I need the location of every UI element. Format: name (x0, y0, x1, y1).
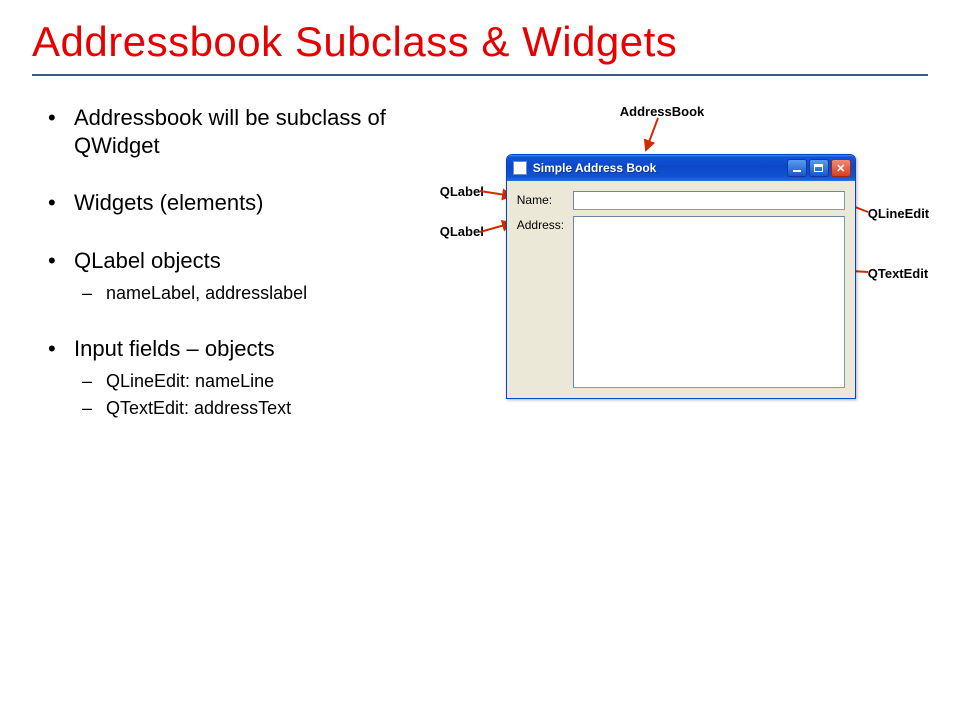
slide: Addressbook Subclass & Widgets Addressbo… (0, 0, 960, 720)
slide-title: Addressbook Subclass & Widgets (32, 18, 928, 66)
bullet-text: QLabel objects (74, 248, 221, 273)
list-item: Addressbook will be subclass of QWidget (32, 104, 412, 159)
diagram: AddressBook QLabel QLabel QLineEdit QTex… (440, 104, 928, 444)
close-button[interactable]: ✕ (831, 159, 851, 177)
minimize-button[interactable] (787, 159, 807, 177)
list-subitem: QLineEdit: nameLine (74, 370, 412, 393)
app-icon (513, 161, 527, 175)
bullet-text: QLineEdit: nameLine (106, 371, 274, 391)
callout-qlineedit: QLineEdit (868, 206, 929, 221)
close-icon: ✕ (836, 162, 845, 175)
content-area: Addressbook will be subclass of QWidget … (32, 104, 928, 449)
window-title: Simple Address Book (533, 161, 787, 175)
name-input[interactable] (573, 191, 845, 210)
bullet-text: Widgets (elements) (74, 190, 264, 215)
bullet-text: Addressbook will be subclass of QWidget (74, 105, 386, 158)
list-item: QLabel objects nameLabel, addresslabel (32, 247, 412, 305)
form-row: Name: (517, 191, 845, 210)
name-label: Name: (517, 191, 573, 207)
list-item: Widgets (elements) (32, 189, 412, 217)
minimize-icon (793, 170, 801, 172)
client-area: Name: Address: (507, 181, 855, 404)
address-input[interactable] (573, 216, 845, 388)
bullet-text: nameLabel, addresslabel (106, 283, 307, 303)
maximize-button[interactable] (809, 159, 829, 177)
address-label: Address: (517, 216, 573, 232)
maximize-icon (814, 164, 823, 172)
titlebar[interactable]: Simple Address Book ✕ (507, 155, 855, 181)
bullet-text: QTextEdit: addressText (106, 398, 291, 418)
arrow-icon (640, 118, 670, 158)
callout-qlabel: QLabel (440, 184, 484, 199)
list-subitem: QTextEdit: addressText (74, 397, 412, 420)
window-controls: ✕ (787, 159, 851, 177)
bullet-list: Addressbook will be subclass of QWidget … (32, 104, 412, 449)
callout-qtextedit: QTextEdit (868, 266, 928, 281)
dialog-window: Simple Address Book ✕ Name: Address: (506, 154, 856, 399)
callout-qlabel: QLabel (440, 224, 484, 239)
callout-addressbook: AddressBook (620, 104, 705, 119)
list-subitem: nameLabel, addresslabel (74, 282, 412, 305)
title-underline (32, 74, 928, 76)
list-item: Input fields – objects QLineEdit: nameLi… (32, 335, 412, 420)
bullet-text: Input fields – objects (74, 336, 275, 361)
form-row: Address: (517, 216, 845, 388)
